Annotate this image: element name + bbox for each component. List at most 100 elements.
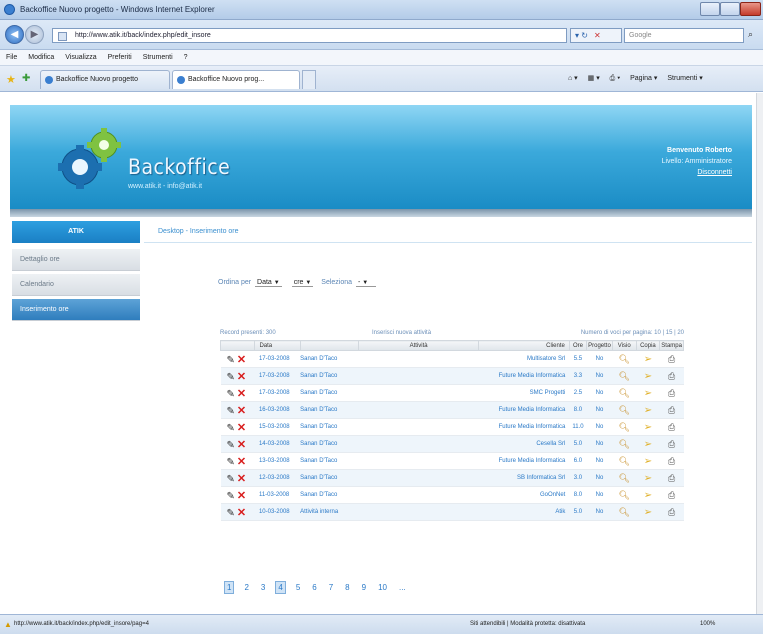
delete-x-icon[interactable]: ✕: [237, 371, 246, 383]
printer-icon[interactable]: ⎙: [668, 507, 675, 517]
magnifier-icon[interactable]: 🔍︎: [619, 354, 630, 364]
page-link[interactable]: ...: [397, 582, 408, 593]
cell-date[interactable]: 17-03-2008: [254, 367, 301, 385]
delete-x-icon[interactable]: ✕: [237, 439, 246, 451]
delete-x-icon[interactable]: ✕: [237, 422, 246, 434]
favorites-star-icon[interactable]: ★: [6, 73, 16, 86]
printer-icon[interactable]: ⎙: [668, 473, 675, 483]
magnifier-icon[interactable]: 🔍︎: [619, 456, 630, 466]
copy-folder-icon[interactable]: ➢: [644, 388, 652, 399]
cell-user[interactable]: Sanan D'Taco: [300, 401, 359, 419]
delete-x-icon[interactable]: ✕: [237, 456, 246, 468]
direction-select[interactable]: cre ▼: [291, 279, 314, 287]
cell-date[interactable]: 15-03-2008: [254, 418, 301, 436]
cell-user[interactable]: Sanan D'Taco: [300, 418, 359, 436]
menu-strumenti[interactable]: Strumenti: [143, 54, 173, 61]
cell-client[interactable]: Future Media Informatica: [478, 401, 570, 419]
cell-date[interactable]: 10-03-2008: [254, 503, 301, 521]
edit-pencil-icon[interactable]: ✎: [227, 372, 235, 383]
zoom-level[interactable]: 100%: [700, 621, 715, 627]
tab-backoffice-1[interactable]: Backoffice Nuovo progetto: [40, 70, 170, 89]
order-select[interactable]: Data ▼: [255, 279, 282, 287]
edit-pencil-icon[interactable]: ✎: [227, 508, 235, 519]
cell-date[interactable]: 12-03-2008: [254, 469, 301, 487]
tools-menu[interactable]: Strumenti ▾: [667, 75, 702, 82]
printer-icon[interactable]: ⎙: [668, 490, 675, 500]
cell-client[interactable]: SMC Progetti: [478, 384, 570, 402]
cell-user[interactable]: Sanan D'Taco: [300, 486, 359, 504]
edit-pencil-icon[interactable]: ✎: [227, 440, 235, 451]
tab-backoffice-2[interactable]: Backoffice Nuovo prog...: [172, 70, 300, 89]
cell-date[interactable]: 16-03-2008: [254, 401, 301, 419]
logout-link[interactable]: Disconnetti: [662, 167, 732, 178]
print-icon[interactable]: ⎙ ▾: [610, 75, 621, 82]
security-zone[interactable]: Siti attendibili | Modalità protetta: di…: [470, 621, 585, 627]
copy-folder-icon[interactable]: ➢: [644, 456, 652, 467]
magnifier-icon[interactable]: 🔍︎: [619, 371, 630, 381]
new-activity-link[interactable]: Inserisci nuova attività: [372, 330, 431, 336]
copy-folder-icon[interactable]: ➢: [644, 354, 652, 365]
new-tab-button[interactable]: [302, 70, 316, 89]
delete-x-icon[interactable]: ✕: [237, 405, 246, 417]
printer-icon[interactable]: ⎙: [668, 371, 675, 381]
edit-pencil-icon[interactable]: ✎: [227, 474, 235, 485]
web-search-input[interactable]: Google: [624, 28, 744, 43]
menu-help[interactable]: ?: [184, 54, 188, 61]
cell-user[interactable]: Sanan D'Taco: [300, 452, 359, 470]
cell-date[interactable]: 14-03-2008: [254, 435, 301, 453]
selection-select[interactable]: - ▼: [355, 279, 376, 287]
page-size-selector[interactable]: Numero di voci per pagina: 10 | 15 | 20: [581, 330, 684, 336]
cell-client[interactable]: Future Media Informatica: [478, 367, 570, 385]
cell-date[interactable]: 11-03-2008: [254, 486, 301, 504]
cell-client[interactable]: Future Media Informatica: [478, 418, 570, 436]
cell-date[interactable]: 13-03-2008: [254, 452, 301, 470]
page-link[interactable]: 3: [259, 582, 267, 593]
back-button[interactable]: ◀: [5, 25, 24, 44]
cell-client[interactable]: Atik: [478, 503, 570, 521]
stop-icon[interactable]: ✕: [594, 31, 601, 40]
magnifier-icon[interactable]: 🔍︎: [619, 405, 630, 415]
cell-client[interactable]: Future Media Informatica: [478, 452, 570, 470]
sidebar-item-calendario[interactable]: Calendario: [12, 274, 140, 296]
delete-x-icon[interactable]: ✕: [237, 473, 246, 485]
copy-folder-icon[interactable]: ➢: [644, 422, 652, 433]
menu-modifica[interactable]: Modifica: [28, 54, 54, 61]
add-favorite-icon[interactable]: ✚: [22, 73, 30, 84]
menu-preferiti[interactable]: Preferiti: [108, 54, 132, 61]
magnifier-icon[interactable]: 🔍︎: [619, 473, 630, 483]
feeds-icon[interactable]: ▦ ▾: [588, 75, 600, 82]
page-link[interactable]: 5: [294, 582, 302, 593]
cell-client[interactable]: GoOnNet: [478, 486, 570, 504]
copy-folder-icon[interactable]: ➢: [644, 405, 652, 416]
column-header-client[interactable]: Cliente: [478, 340, 570, 351]
edit-pencil-icon[interactable]: ✎: [227, 491, 235, 502]
magnifier-icon[interactable]: 🔍︎: [619, 507, 630, 517]
page-link[interactable]: 9: [360, 582, 368, 593]
printer-icon[interactable]: ⎙: [668, 439, 675, 449]
copy-folder-icon[interactable]: ➢: [644, 371, 652, 382]
delete-x-icon[interactable]: ✕: [237, 388, 246, 400]
edit-pencil-icon[interactable]: ✎: [227, 389, 235, 400]
printer-icon[interactable]: ⎙: [668, 354, 675, 364]
cell-user[interactable]: Sanan D'Taco: [300, 384, 359, 402]
cell-date[interactable]: 17-03-2008: [254, 350, 301, 368]
forward-button[interactable]: ▶: [25, 25, 44, 44]
search-icon[interactable]: ⌕: [748, 29, 753, 40]
minimize-button[interactable]: [700, 2, 720, 16]
breadcrumb[interactable]: Desktop - Inserimento ore: [144, 221, 752, 243]
home-icon[interactable]: ⌂ ▾: [568, 75, 578, 82]
address-field[interactable]: http://www.atik.it/back/index.php/edit_i…: [52, 28, 567, 43]
copy-folder-icon[interactable]: ➢: [644, 439, 652, 450]
edit-pencil-icon[interactable]: ✎: [227, 355, 235, 366]
maximize-button[interactable]: [720, 2, 740, 16]
copy-folder-icon[interactable]: ➢: [644, 507, 652, 518]
printer-icon[interactable]: ⎙: [668, 456, 675, 466]
close-window-button[interactable]: [740, 2, 761, 16]
printer-icon[interactable]: ⎙: [668, 422, 675, 432]
page-link[interactable]: 1: [224, 581, 235, 594]
delete-x-icon[interactable]: ✕: [237, 354, 246, 366]
printer-icon[interactable]: ⎙: [668, 405, 675, 415]
cell-user[interactable]: Attività interna: [300, 503, 359, 521]
edit-pencil-icon[interactable]: ✎: [227, 406, 235, 417]
printer-icon[interactable]: ⎙: [668, 388, 675, 398]
